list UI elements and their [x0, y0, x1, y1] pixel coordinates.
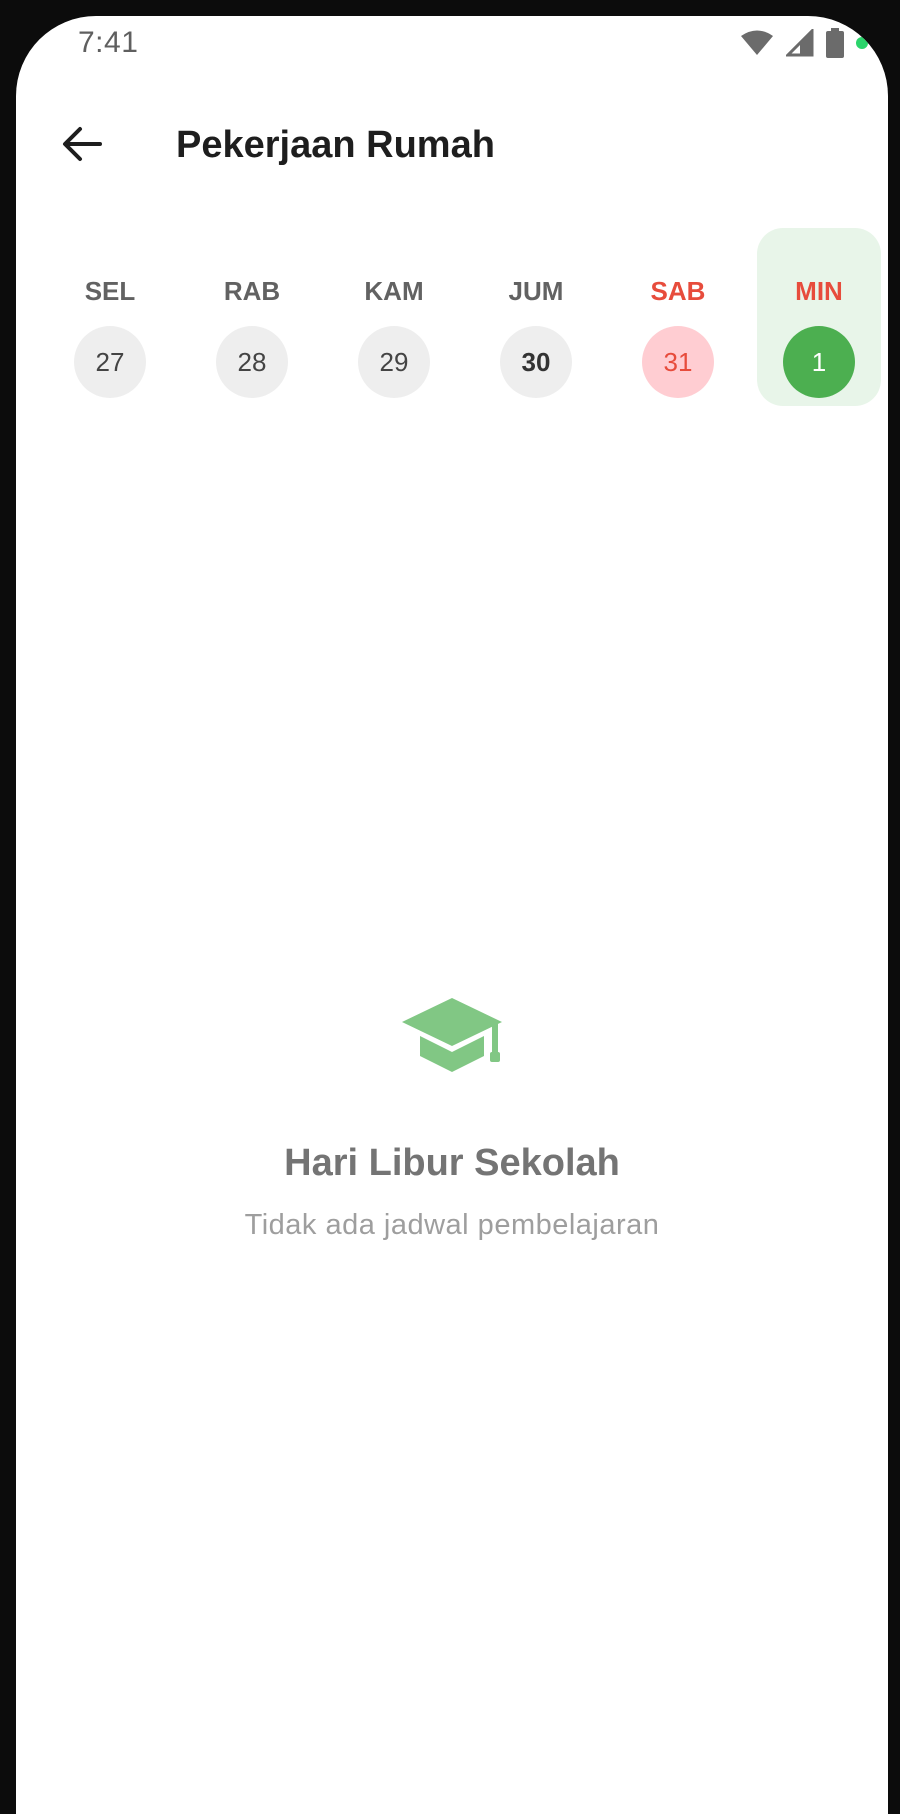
day-number: 28: [216, 326, 288, 398]
empty-state-subtitle: Tidak ada jadwal pembelajaran: [244, 1209, 660, 1241]
day-item-sel[interactable]: SEL 27: [48, 228, 172, 406]
device-frame: 7:41 Pekerjaan Rumah SEL 27 RAB 28 KAM 2…: [0, 0, 900, 1814]
app-bar: Pekerjaan Rumah: [16, 86, 888, 206]
day-number: 29: [358, 326, 430, 398]
back-button[interactable]: [52, 116, 112, 176]
day-name: SEL: [84, 276, 136, 306]
day-strip: SEL 27 RAB 28 KAM 29 JUM 30 SAB 31 MIN 1: [16, 228, 888, 418]
app-screen: 7:41 Pekerjaan Rumah SEL 27 RAB 28 KAM 2…: [16, 16, 888, 1814]
empty-state: Hari Libur Sekolah Tidak ada jadwal pemb…: [16, 996, 888, 1242]
day-number: 1: [783, 326, 855, 398]
privacy-indicator-dot: [856, 37, 868, 49]
day-number: 30: [500, 326, 572, 398]
wifi-icon: [740, 30, 774, 56]
day-name: MIN: [795, 276, 843, 306]
status-time: 7:41: [78, 26, 139, 59]
arrow-left-icon: [62, 126, 102, 167]
day-name: JUM: [508, 276, 564, 306]
page-title: Pekerjaan Rumah: [176, 124, 495, 166]
day-number: 31: [642, 326, 714, 398]
day-name: RAB: [223, 276, 281, 306]
day-item-rab[interactable]: RAB 28: [190, 228, 314, 406]
day-name: SAB: [650, 276, 706, 306]
day-item-kam[interactable]: KAM 29: [332, 228, 456, 406]
battery-icon: [826, 28, 844, 58]
day-item-sab[interactable]: SAB 31: [616, 228, 740, 406]
status-bar: 7:41: [16, 16, 888, 76]
day-number: 27: [74, 326, 146, 398]
status-icons: [740, 28, 868, 58]
empty-state-title: Hari Libur Sekolah: [284, 1142, 620, 1184]
day-item-min[interactable]: MIN 1: [757, 228, 881, 406]
graduation-cap-icon: [16, 996, 888, 1082]
day-item-jum[interactable]: JUM 30: [474, 228, 598, 406]
day-name: KAM: [364, 276, 424, 306]
cellular-signal-icon: [786, 29, 814, 57]
